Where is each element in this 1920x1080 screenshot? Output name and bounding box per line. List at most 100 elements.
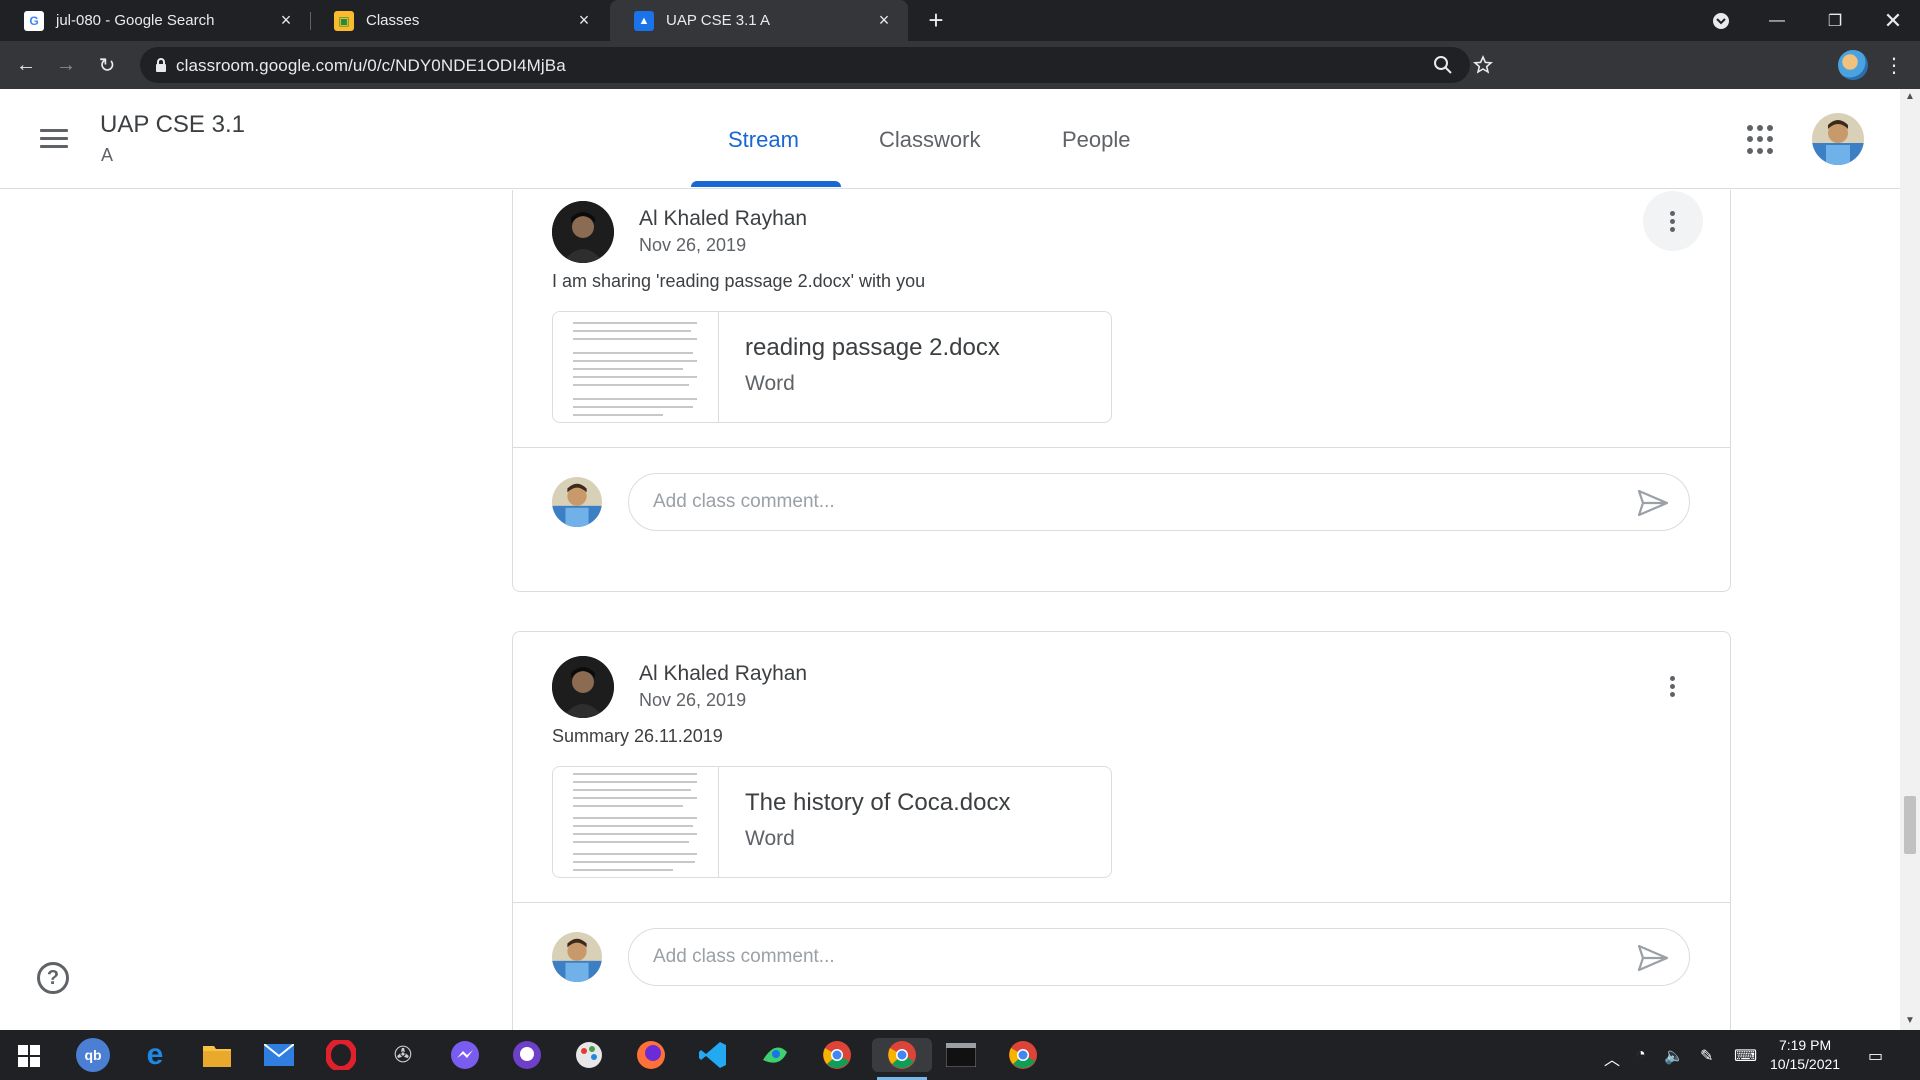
windows-start-icon[interactable]	[18, 1045, 40, 1067]
tab-classes[interactable]: ▣ Classes ×	[310, 0, 608, 41]
scroll-down-icon[interactable]: ▼	[1905, 1015, 1915, 1026]
scroll-up-icon[interactable]: ▲	[1905, 91, 1915, 102]
classroom-class-icon: ▲	[634, 10, 654, 31]
google-apps-icon[interactable]	[1747, 125, 1777, 155]
classroom-icon: ▣	[334, 10, 354, 31]
close-tab-icon[interactable]: ×	[874, 10, 894, 30]
close-window-icon[interactable]: ✕	[1864, 0, 1920, 41]
stream-post: Al Khaled Rayhan Nov 26, 2019 Summary 26…	[512, 631, 1731, 1030]
chrome-icon[interactable]	[820, 1038, 854, 1072]
poster-name: Al Khaled Rayhan	[639, 662, 808, 685]
show-hidden-icons-icon[interactable]: ︿	[1604, 1046, 1620, 1070]
satellite-app-icon[interactable]: ✇	[386, 1038, 420, 1072]
clock-time: 7:19 PM	[1778, 1037, 1832, 1053]
main-menu-icon[interactable]	[40, 124, 72, 154]
messenger-icon[interactable]	[448, 1038, 482, 1072]
close-tab-icon[interactable]: ×	[574, 10, 594, 30]
attachment-title: reading passage 2.docx	[745, 334, 1000, 361]
commenter-avatar	[552, 932, 602, 982]
wifi-icon[interactable]: ◔	[1636, 1046, 1646, 1064]
browser-toolbar: ← → ↻ classroom.google.com/u/0/c/NDY0NDE…	[0, 41, 1920, 117]
paint-app-icon[interactable]	[572, 1038, 606, 1072]
classroom-header: UAP CSE 3.1 A Stream Classwork People	[0, 89, 1900, 189]
qbittorrent-icon[interactable]: qb	[76, 1038, 110, 1072]
clock-date: 10/15/2021	[1770, 1056, 1841, 1072]
chrome-alt-profile-icon[interactable]	[1006, 1038, 1040, 1072]
stream-feed: Al Khaled Rayhan Nov 26, 2019 I am shari…	[0, 190, 1900, 1030]
tab-title: Classes	[366, 12, 420, 29]
commenter-avatar	[552, 477, 602, 527]
document-thumbnail	[553, 767, 719, 877]
page-scrollbar[interactable]: ▲ ▼	[1900, 89, 1920, 1030]
comment-placeholder: Add class comment...	[653, 491, 835, 512]
volume-icon[interactable]: 🔈	[1664, 1046, 1684, 1066]
browser-profile-avatar[interactable]	[1838, 50, 1868, 80]
comment-placeholder: Add class comment...	[653, 946, 835, 967]
send-icon[interactable]	[1637, 489, 1669, 517]
document-thumbnail	[553, 312, 719, 422]
class-title[interactable]: UAP CSE 3.1	[100, 111, 245, 139]
chrome-profile-icon[interactable]	[872, 1038, 932, 1072]
divider	[513, 447, 1730, 448]
attachment-type: Word	[745, 827, 795, 850]
tab-google-search[interactable]: G jul-080 - Google Search ×	[0, 0, 310, 41]
bookmark-star-icon[interactable]	[1473, 55, 1493, 75]
post-date: Nov 26, 2019	[639, 690, 747, 710]
active-tab-indicator	[691, 181, 841, 187]
tab-uap-cse[interactable]: ▲ UAP CSE 3.1 A ×	[610, 0, 908, 41]
minimize-icon[interactable]: —	[1748, 0, 1806, 41]
attachment-type: Word	[745, 372, 795, 395]
post-options-icon[interactable]	[1643, 191, 1703, 251]
notifications-icon[interactable]: ▭	[1868, 1046, 1883, 1066]
tab-stream[interactable]: Stream	[728, 127, 799, 153]
taskbar-clock[interactable]: 7:19 PM 10/15/2021	[1770, 1036, 1840, 1074]
google-icon: G	[24, 10, 44, 31]
mail-icon[interactable]	[262, 1038, 296, 1072]
opera-icon[interactable]	[324, 1038, 358, 1072]
browser-menu-icon[interactable]: ⋮	[1878, 49, 1910, 81]
url-text: classroom.google.com/u/0/c/NDY0NDE1ODI4M…	[176, 56, 566, 75]
tab-title: jul-080 - Google Search	[56, 12, 215, 29]
attachment-title: The history of Coca.docx	[745, 789, 1011, 816]
post-date: Nov 26, 2019	[639, 235, 747, 255]
vscode-icon[interactable]	[696, 1038, 730, 1072]
forward-icon[interactable]: →	[50, 49, 82, 81]
tab-people[interactable]: People	[1062, 127, 1131, 153]
terminal-icon[interactable]	[944, 1038, 978, 1072]
account-avatar[interactable]	[1812, 113, 1864, 165]
class-comment-input[interactable]: Add class comment...	[628, 928, 1690, 986]
edge-icon[interactable]: e	[138, 1038, 172, 1072]
pen-workspace-icon[interactable]: ✎	[1700, 1046, 1713, 1066]
browser-tab-strip: G jul-080 - Google Search × ▣ Classes × …	[0, 0, 1920, 41]
zoom-icon[interactable]	[1433, 55, 1453, 75]
send-icon[interactable]	[1637, 944, 1669, 972]
post-options-icon[interactable]	[1643, 656, 1703, 716]
firefox-icon[interactable]	[634, 1038, 668, 1072]
restore-icon[interactable]: ❐	[1806, 0, 1864, 41]
class-comment-input[interactable]: Add class comment...	[628, 473, 1690, 531]
poster-avatar[interactable]	[552, 656, 614, 718]
class-section: A	[101, 145, 114, 165]
attachment-card[interactable]: reading passage 2.docx Word	[552, 311, 1112, 423]
photos-app-icon[interactable]	[758, 1038, 792, 1072]
file-explorer-icon[interactable]	[200, 1038, 234, 1072]
tab-classwork[interactable]: Classwork	[879, 127, 980, 153]
poster-avatar[interactable]	[552, 201, 614, 263]
attachment-card[interactable]: The history of Coca.docx Word	[552, 766, 1112, 878]
stream-post: Al Khaled Rayhan Nov 26, 2019 I am shari…	[512, 190, 1731, 592]
help-icon[interactable]: ?	[37, 962, 69, 994]
post-text: Summary 26.11.2019	[552, 726, 723, 746]
new-tab-button[interactable]: +	[922, 6, 950, 34]
scroll-thumb[interactable]	[1904, 796, 1916, 854]
divider	[513, 902, 1730, 903]
tab-title: UAP CSE 3.1 A	[666, 12, 770, 29]
keyboard-icon[interactable]: ⌨	[1734, 1046, 1757, 1066]
windows-taskbar: qb e ✇ ︿ ◔ 🔈 ✎ ⌨ 7:19 PM 10/15/2021 ▭	[0, 1030, 1920, 1080]
reload-icon[interactable]: ↻	[91, 49, 123, 81]
back-icon[interactable]: ←	[10, 49, 42, 81]
tab-search-icon[interactable]	[1692, 0, 1750, 41]
address-bar[interactable]: classroom.google.com/u/0/c/NDY0NDE1ODI4M…	[140, 47, 1493, 83]
lock-icon	[156, 58, 166, 72]
close-tab-icon[interactable]: ×	[276, 10, 296, 30]
github-desktop-icon[interactable]	[510, 1038, 544, 1072]
